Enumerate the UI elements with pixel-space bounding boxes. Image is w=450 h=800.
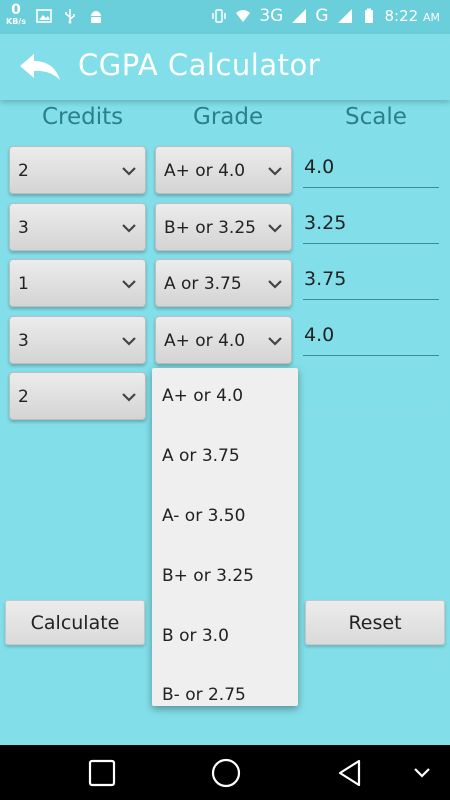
clock: 8:22 AM: [385, 7, 440, 25]
vibrate-icon: [212, 9, 227, 23]
scale-field-1[interactable]: 4.0: [303, 148, 439, 188]
grade-spinner-4[interactable]: A+ or 4.0: [155, 316, 292, 364]
calculate-button[interactable]: Calculate: [5, 600, 145, 645]
chevron-down-icon: [122, 337, 136, 346]
credit-spinner-2[interactable]: 3: [9, 203, 146, 251]
chevron-down-icon: [268, 280, 282, 289]
battery-icon: [364, 8, 373, 23]
scale-value: 4.0: [304, 156, 335, 178]
dropdown-option[interactable]: B+ or 3.25: [162, 566, 254, 586]
clock-ampm: AM: [422, 11, 440, 24]
credit-spinner-1[interactable]: 2: [9, 146, 146, 194]
home-circle-icon[interactable]: [210, 757, 242, 789]
grade-value: B+ or 3.25: [164, 218, 256, 238]
clock-time: 8:22: [384, 7, 419, 25]
grade-spinner-1[interactable]: A+ or 4.0: [155, 146, 292, 194]
chevron-down-icon: [268, 224, 282, 233]
credit-value: 3: [18, 331, 29, 351]
scale-value: 4.0: [304, 324, 335, 346]
scale-field-2[interactable]: 3.25: [303, 204, 439, 244]
navigation-bar: [0, 745, 450, 800]
column-header-credits: Credits: [42, 104, 124, 130]
column-header-scale: Scale: [345, 104, 407, 130]
scale-value: 3.25: [304, 212, 347, 234]
credit-value: 2: [18, 161, 29, 181]
scale-field-4[interactable]: 4.0: [303, 316, 439, 356]
android-icon: [90, 11, 101, 23]
scale-field-3[interactable]: 3.75: [303, 260, 439, 300]
credit-value: 1: [18, 274, 29, 294]
grade-value: A+ or 4.0: [164, 161, 246, 181]
recents-square-icon[interactable]: [86, 757, 118, 789]
grade-spinner-2[interactable]: B+ or 3.25: [155, 203, 292, 251]
credit-spinner-4[interactable]: 3: [9, 316, 146, 364]
chevron-down-icon: [122, 224, 136, 233]
network-type-label-2: G: [315, 6, 329, 26]
credit-value: 2: [18, 387, 29, 407]
chevron-down-icon: [268, 337, 282, 346]
usb-icon: [65, 9, 75, 24]
network-speed-unit: KB/s: [6, 17, 26, 26]
network-type-label: 3G: [259, 6, 284, 26]
chevron-down-icon: [122, 167, 136, 176]
back-triangle-icon[interactable]: [334, 757, 366, 789]
chevron-down-icon[interactable]: [410, 757, 434, 789]
wifi-icon: [236, 10, 251, 22]
network-speed: 0 KB/s: [6, 3, 26, 28]
grade-spinner-3[interactable]: A or 3.75: [155, 259, 292, 307]
status-bar: 0 KB/s 3G G 8:22 AM: [0, 0, 450, 34]
reset-button[interactable]: Reset: [305, 600, 445, 645]
signal-icon-2: [337, 9, 352, 23]
credit-spinner-5[interactable]: 2: [9, 372, 146, 420]
grade-value: A or 3.75: [164, 274, 242, 294]
dropdown-option[interactable]: B or 3.0: [162, 626, 229, 646]
credit-spinner-3[interactable]: 1: [9, 259, 146, 307]
dropdown-option[interactable]: B- or 2.75: [162, 685, 246, 705]
scale-field-5[interactable]: [303, 410, 439, 411]
signal-icon: [292, 9, 307, 23]
chevron-down-icon: [122, 280, 136, 289]
image-icon: [36, 9, 52, 23]
app-bar: CGPA Calculator: [0, 34, 450, 100]
grade-value: A+ or 4.0: [164, 331, 246, 351]
grade-dropdown-menu: A+ or 4.0 A or 3.75 A- or 3.50 B+ or 3.2…: [152, 368, 298, 706]
dropdown-option[interactable]: A or 3.75: [162, 446, 240, 466]
dropdown-option[interactable]: A+ or 4.0: [162, 386, 243, 406]
credit-value: 3: [18, 218, 29, 238]
chevron-down-icon: [122, 393, 136, 402]
dropdown-option[interactable]: A- or 3.50: [162, 506, 245, 526]
chevron-down-icon: [268, 167, 282, 176]
back-arrow-icon[interactable]: [18, 52, 62, 84]
scale-value: 3.75: [304, 268, 347, 290]
app-title: CGPA Calculator: [78, 48, 321, 82]
column-header-grade: Grade: [193, 104, 264, 130]
